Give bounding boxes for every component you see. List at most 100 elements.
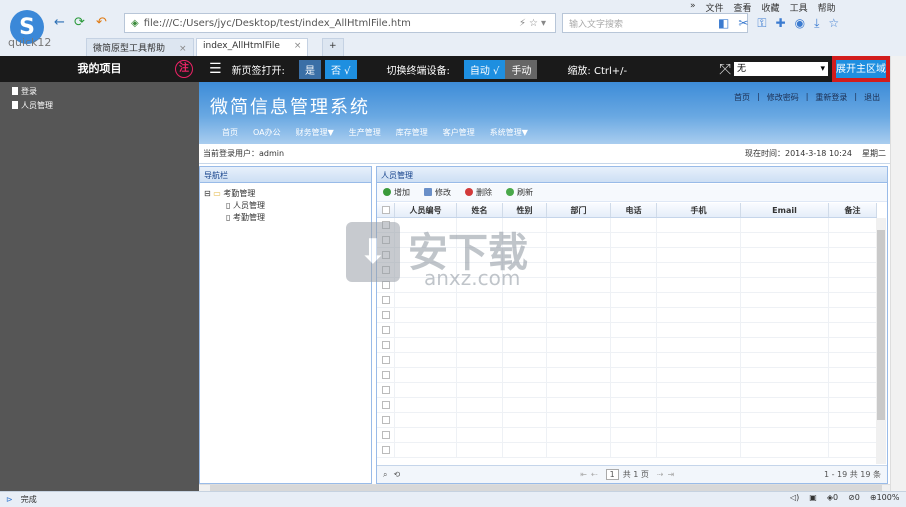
link-relogin[interactable]: 重新登录 — [815, 92, 847, 103]
table-row[interactable] — [377, 383, 877, 398]
delete-button[interactable]: 删除 — [465, 187, 492, 198]
bookmark-icon[interactable]: ◧ — [718, 16, 729, 31]
refresh-icon[interactable]: ⟳ — [74, 15, 85, 30]
col-remark[interactable]: 备注 — [829, 203, 877, 217]
table-row[interactable] — [377, 323, 877, 338]
close-icon[interactable]: × — [179, 44, 187, 54]
page-scrollbar[interactable] — [890, 56, 906, 491]
address-actions-icon[interactable]: ⚡☆▾ — [519, 18, 549, 29]
tree-item-attendance[interactable]: ▯ 考勤管理 — [226, 212, 265, 223]
row-checkbox[interactable] — [377, 428, 395, 443]
search-icon[interactable]: ⌕ — [383, 470, 387, 480]
next-page-icon[interactable]: ⇢ — [657, 470, 664, 479]
new-tab-yes-button[interactable]: 是 — [298, 59, 321, 79]
sidebar-item-login[interactable]: 登录 — [12, 86, 37, 97]
col-mobile[interactable]: 手机 — [657, 203, 741, 217]
sidebar-item-personnel[interactable]: 人员管理 — [12, 100, 53, 111]
row-checkbox[interactable] — [377, 323, 395, 338]
block-icon[interactable]: ⊘0 — [848, 493, 860, 502]
back-icon[interactable]: ← — [54, 15, 65, 30]
menu-view[interactable]: 查看 — [734, 1, 752, 14]
grid-scrollbar[interactable] — [876, 218, 886, 464]
undo-icon[interactable]: ↶ — [96, 15, 107, 30]
nav-finance[interactable]: 财务管理▼ — [296, 127, 334, 138]
select-all-checkbox[interactable] — [377, 203, 395, 217]
auto-button[interactable]: 自动 √ — [463, 59, 506, 79]
tab-help[interactable]: 微简原型工具帮助 × — [86, 38, 194, 56]
cut-icon[interactable]: ✂ — [738, 16, 748, 31]
row-checkbox[interactable] — [377, 338, 395, 353]
star-icon[interactable]: ☆ — [828, 16, 839, 31]
prev-page-icon[interactable]: ⇠ — [591, 470, 598, 479]
row-checkbox[interactable] — [377, 308, 395, 323]
address-bar[interactable]: ◈ file:///C:/Users/jyc/Desktop/test/inde… — [124, 13, 556, 33]
menu-help[interactable]: 帮助 — [818, 1, 836, 14]
menu-favorites[interactable]: 收藏 — [762, 1, 780, 14]
link-logout[interactable]: 退出 — [864, 92, 880, 103]
table-row[interactable] — [377, 413, 877, 428]
refresh-button[interactable]: 刷新 — [506, 187, 533, 198]
nav-inventory[interactable]: 库存管理 — [396, 127, 428, 138]
row-checkbox[interactable] — [377, 413, 395, 428]
col-phone[interactable]: 电话 — [611, 203, 657, 217]
table-row[interactable] — [377, 353, 877, 368]
table-row[interactable] — [377, 398, 877, 413]
table-row[interactable] — [377, 428, 877, 443]
grid-scrollbar-thumb[interactable] — [877, 230, 885, 420]
row-checkbox[interactable] — [377, 368, 395, 383]
link-change-password[interactable]: 修改密码 — [767, 92, 799, 103]
last-page-icon[interactable]: ⇥ — [668, 470, 675, 479]
row-checkbox[interactable] — [377, 443, 395, 458]
zoom-level[interactable]: ⊕100% — [870, 493, 900, 502]
nav-customer[interactable]: 客户管理 — [443, 127, 475, 138]
add-button[interactable]: 增加 — [383, 187, 410, 198]
menu-more[interactable]: » — [690, 1, 696, 14]
puzzle-icon[interactable]: ✚ — [776, 16, 786, 31]
nav-home[interactable]: 首页 — [222, 127, 238, 138]
col-gender[interactable]: 性别 — [503, 203, 547, 217]
close-icon[interactable]: × — [294, 41, 302, 51]
page-input[interactable]: 1 — [605, 469, 619, 480]
row-checkbox[interactable] — [377, 353, 395, 368]
nav-system[interactable]: 系统管理▼ — [490, 127, 528, 138]
link-home[interactable]: 首页 — [734, 92, 750, 103]
sidebar-toggle-icon[interactable]: ⊳ — [6, 495, 13, 504]
new-tab-button[interactable]: + — [322, 38, 344, 56]
row-checkbox[interactable] — [377, 383, 395, 398]
new-tab-no-button[interactable]: 否 √ — [324, 59, 357, 79]
table-row[interactable] — [377, 308, 877, 323]
table-row[interactable] — [377, 293, 877, 308]
nav-oa[interactable]: OA办公 — [253, 127, 281, 138]
key-icon[interactable]: ⚿ — [757, 16, 766, 31]
row-checkbox[interactable] — [377, 293, 395, 308]
nav-production[interactable]: 生产管理 — [349, 127, 381, 138]
tree-item-personnel[interactable]: ▯ 人员管理 — [226, 200, 265, 211]
reload-icon[interactable]: ⟲ — [393, 470, 400, 479]
table-row[interactable] — [377, 368, 877, 383]
download-icon[interactable]: ⤓ — [814, 16, 819, 31]
expand-icon[interactable]: ⊟ — [204, 189, 211, 198]
menu-icon[interactable]: ☰ — [209, 61, 222, 77]
col-email[interactable]: Email — [741, 203, 829, 217]
col-person-id[interactable]: 人员编号 — [395, 203, 457, 217]
menu-tools[interactable]: 工具 — [790, 1, 808, 14]
extension-icon[interactable]: ◉ — [795, 16, 805, 31]
row-checkbox[interactable] — [377, 398, 395, 413]
table-row[interactable] — [377, 338, 877, 353]
fullscreen-icon[interactable]: ⤧ — [719, 60, 731, 78]
tree-folder-attendance[interactable]: ⊟ ▭ 考勤管理 — [204, 188, 255, 199]
table-row[interactable] — [377, 443, 877, 458]
device-select[interactable]: 无 ▾ — [734, 62, 828, 76]
manual-button[interactable]: 手动 — [505, 59, 538, 79]
sound-icon[interactable]: ◁) — [790, 493, 799, 502]
logout-button[interactable]: 注 — [175, 60, 193, 78]
col-department[interactable]: 部门 — [547, 203, 611, 217]
col-name[interactable]: 姓名 — [457, 203, 503, 217]
edit-button[interactable]: 修改 — [424, 187, 451, 198]
first-page-icon[interactable]: ⇤ — [580, 470, 587, 479]
menu-file[interactable]: 文件 — [706, 1, 724, 14]
expand-main-button[interactable]: 展开主区域 — [834, 58, 888, 80]
shield-icon[interactable]: ◈0 — [827, 493, 838, 502]
tab-index[interactable]: index_AllHtmlFile × — [196, 38, 309, 56]
briefcase-icon[interactable]: ▣ — [809, 493, 817, 502]
